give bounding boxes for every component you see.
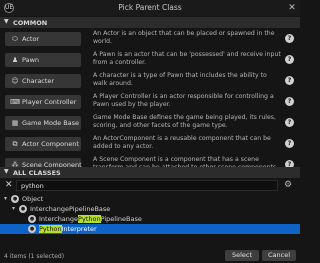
actor-button-label: Actor [22, 35, 40, 43]
help-icon[interactable]: ? [285, 97, 294, 106]
player-controller-icon: ⌨ [9, 98, 21, 106]
chevron-down-icon[interactable]: ▾ [4, 194, 7, 204]
common-section-header[interactable]: ▼ COMMON [0, 17, 300, 28]
character-icon: ☺ [11, 77, 19, 85]
class-icon: ● [19, 205, 27, 213]
chevron-down-icon: ▼ [4, 18, 9, 25]
tree-item-label: PythonInterpreter [39, 225, 97, 233]
tree-item-python-interpreter[interactable]: ● PythonInterpreter [0, 224, 300, 234]
tree-item-object[interactable]: ▾ ● Object [0, 194, 300, 204]
class-icon: ● [11, 195, 19, 203]
close-icon[interactable]: ✕ [286, 2, 298, 14]
actor-component-icon: ⧉ [12, 140, 18, 148]
clear-search-icon[interactable]: ✕ [5, 180, 13, 191]
game-mode-base-description: Game Mode Base defines the game being pl… [93, 114, 276, 130]
cancel-button[interactable]: Cancel [262, 250, 296, 261]
game-mode-base-button[interactable]: ▦ Game Mode Base [5, 116, 81, 130]
player-controller-description: A Player Controller is an actor responsi… [93, 93, 274, 109]
gear-icon[interactable]: ⚙ [284, 179, 292, 192]
label-suffix: PipelineBase [100, 215, 142, 223]
common-class-row: ⬭ Actor An Actor is an object that can b… [0, 29, 300, 50]
game-mode-icon: ▦ [11, 119, 19, 127]
actor-description: An Actor is an object that can be placed… [93, 30, 275, 46]
actor-button[interactable]: ⬭ Actor [5, 32, 81, 46]
class-search-bar: ✕ ⚙ [0, 179, 300, 192]
tree-item-interchange-python-pipeline-base[interactable]: ● InterchangePythonPipelineBase [0, 214, 300, 224]
character-description: A character is a type of Pawn that inclu… [93, 72, 267, 88]
label-prefix: Interchange [39, 215, 79, 223]
common-class-row: ▦ Game Mode Base Game Mode Base defines … [0, 113, 300, 134]
tree-item-label: Object [22, 195, 44, 203]
character-button-label: Character [22, 77, 55, 85]
item-count: 4 items (1 selected) [4, 253, 65, 260]
common-class-row: ♟ Pawn A Pawn is an actor that can be 'p… [0, 50, 300, 71]
player-controller-button-label: Player Controller [22, 98, 77, 106]
tree-item-interchange-pipeline-base[interactable]: ▾ ● InterchangePipelineBase [0, 204, 300, 214]
common-class-row: ⧉ Actor Component An ActorComponent is a… [0, 134, 300, 155]
pawn-button-label: Pawn [22, 56, 40, 64]
all-classes-section-header[interactable]: ▼ ALL CLASSES [0, 167, 300, 178]
help-icon[interactable]: ? [285, 118, 294, 127]
chevron-down-icon: ▼ [4, 168, 9, 175]
search-highlight: Python [39, 225, 62, 233]
player-controller-button[interactable]: ⌨ Player Controller [5, 95, 81, 109]
select-button[interactable]: Select [225, 250, 259, 261]
actor-component-button-label: Actor Component [22, 140, 79, 148]
class-search-input[interactable] [16, 180, 278, 191]
help-icon[interactable]: ? [285, 139, 294, 148]
all-classes-section-label: ALL CLASSES [13, 169, 61, 177]
character-button[interactable]: ☺ Character [5, 74, 81, 88]
window-title: Pick Parent Class [118, 3, 182, 12]
class-icon: ● [28, 215, 36, 223]
pawn-button[interactable]: ♟ Pawn [5, 53, 81, 67]
title-bar: UE Pick Parent Class ✕ [0, 0, 300, 16]
label-suffix: Interpreter [61, 225, 97, 233]
pawn-icon: ♟ [11, 56, 19, 64]
common-section-label: COMMON [13, 19, 48, 27]
actor-component-button[interactable]: ⧉ Actor Component [5, 137, 81, 151]
search-highlight: Python [78, 215, 101, 223]
help-icon[interactable]: ? [285, 34, 294, 43]
actor-icon: ⬭ [12, 35, 18, 43]
pawn-description: A Pawn is an actor that can be 'possesse… [93, 51, 281, 67]
class-icon: ● [28, 225, 36, 233]
chevron-down-icon[interactable]: ▾ [12, 204, 15, 214]
common-class-row: ⌨ Player Controller A Player Controller … [0, 92, 300, 113]
game-mode-base-button-label: Game Mode Base [22, 119, 80, 127]
help-icon[interactable]: ? [285, 55, 294, 64]
actor-component-description: An ActorComponent is a reusable componen… [93, 135, 271, 151]
tree-item-label: InterchangePipelineBase [30, 205, 111, 213]
common-class-row: ☺ Character A character is a type of Paw… [0, 71, 300, 92]
help-icon[interactable]: ? [285, 76, 294, 85]
tree-item-label: InterchangePythonPipelineBase [39, 215, 142, 223]
